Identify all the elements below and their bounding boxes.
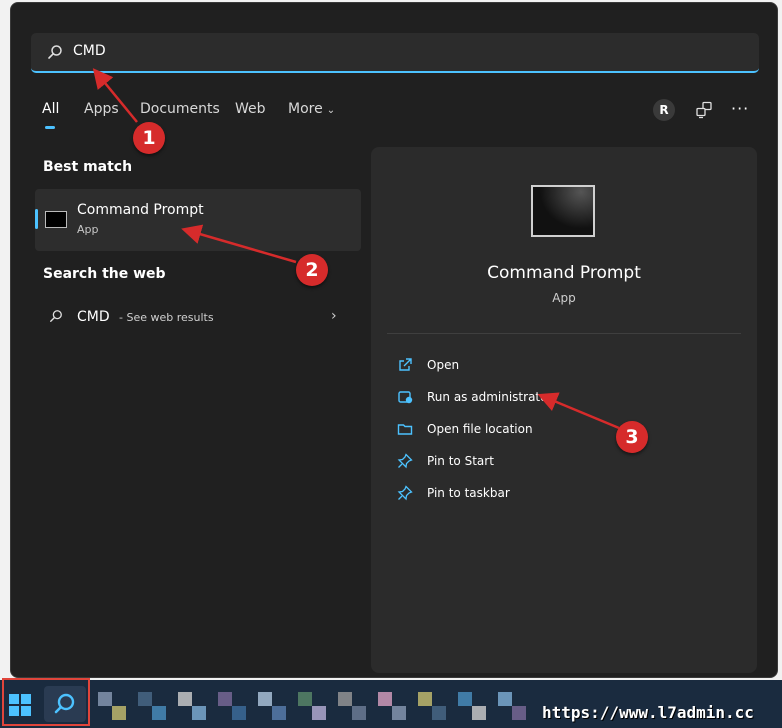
web-result-query: CMD [77,309,110,325]
action-open-file-location[interactable]: Open file location [397,417,727,441]
search-web-heading: Search the web [43,266,166,282]
pixelated-app-block [192,706,206,720]
action-label: Pin to taskbar [427,486,510,500]
more-options-icon[interactable]: ··· [731,99,749,118]
pixelated-app-block [98,692,112,706]
folder-icon [397,424,413,435]
shield-admin-icon [398,391,413,404]
pixelated-app-block [338,692,352,706]
pixelated-app-block [298,692,312,706]
open-icon [399,358,412,371]
pixelated-app-block [498,692,512,706]
search-icon [50,310,62,322]
action-label: Open file location [427,422,533,436]
action-label: Open [427,358,460,372]
best-match-type: App [77,223,99,236]
detail-title: Command Prompt [487,263,641,283]
action-run-as-administrator[interactable]: Run as administrator [397,385,727,409]
active-tab-indicator [45,126,55,129]
tab-web[interactable]: Web [235,101,266,117]
tab-all[interactable]: All [42,101,59,117]
chevron-down-icon: ⌄ [326,105,336,116]
highlight-box [2,678,90,726]
pixelated-app-block [458,692,472,706]
tab-more-label: More [288,101,323,117]
search-input[interactable]: CMD [73,43,106,59]
avatar[interactable]: R [653,99,675,121]
annotation-badge-1: 1 [133,122,165,154]
annotation-badge-3: 3 [616,421,648,453]
pixelated-app-block [392,706,406,720]
pixelated-app-block [152,706,166,720]
pixelated-app-block [512,706,526,720]
pixelated-app-block [258,692,272,706]
pixelated-app-block [378,692,392,706]
tab-documents[interactable]: Documents [140,101,220,117]
detail-pane: Command Prompt App Open Run as administr… [371,147,757,673]
pixelated-app-block [218,692,232,706]
pixelated-app-block [138,692,152,706]
pixelated-app-block [272,706,286,720]
pixelated-app-block [418,692,432,706]
action-open[interactable]: Open [397,353,727,377]
chevron-right-icon: › [331,308,337,324]
pixelated-app-block [112,706,126,720]
best-match-heading: Best match [43,159,133,175]
pin-icon [397,453,413,469]
search-icon [48,45,62,59]
tab-more[interactable]: More ⌄ [288,101,335,117]
command-prompt-large-icon [531,185,595,237]
tab-apps[interactable]: Apps [84,101,119,117]
web-result-suffix: - See web results [119,311,214,324]
watermark: https://www.l7admin.cc [542,703,754,722]
command-prompt-icon [45,211,67,228]
action-label: Pin to Start [427,454,494,468]
action-pin-to-taskbar[interactable]: Pin to taskbar [397,481,727,505]
action-pin-to-start[interactable]: Pin to Start [397,449,727,473]
pixelated-app-block [472,706,486,720]
pixelated-app-block [178,692,192,706]
action-label: Run as administrator [427,390,553,404]
selection-accent [35,209,38,229]
detail-subtitle: App [552,291,576,305]
pixelated-app-block [312,706,326,720]
linked-devices-icon[interactable] [695,101,713,119]
pixelated-app-block [232,706,246,720]
pixelated-app-block [432,706,446,720]
annotation-badge-2: 2 [296,254,328,286]
best-match-item[interactable]: Command Prompt App [35,189,361,251]
start-search-panel: CMD All Apps Documents Web More ⌄ R ··· B… [10,2,778,678]
best-match-name: Command Prompt [77,202,204,218]
detail-divider [387,333,741,334]
web-result-item[interactable]: CMD - See web results › [35,299,361,335]
pixelated-app-block [352,706,366,720]
pin-icon [397,485,413,501]
search-box[interactable]: CMD [31,33,759,73]
